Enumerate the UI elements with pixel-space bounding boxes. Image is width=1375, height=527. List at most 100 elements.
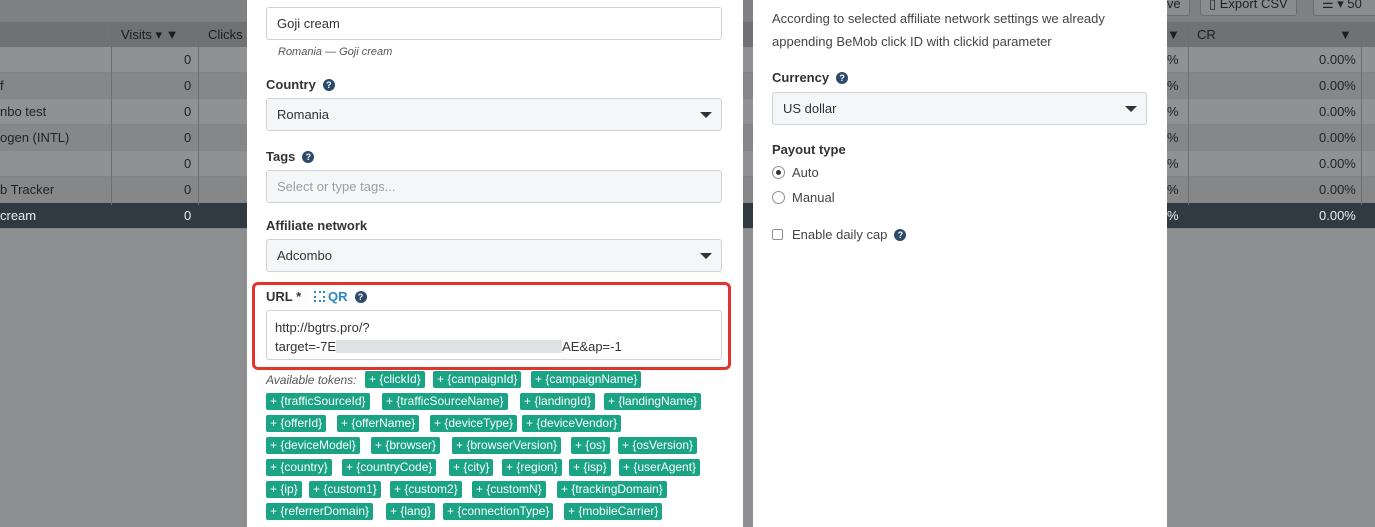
help-icon[interactable]: ? — [322, 79, 335, 91]
token-button[interactable]: + {campaignId} — [433, 371, 522, 388]
token-button[interactable]: + {mobileCarrier} — [564, 503, 663, 520]
header-clicks[interactable]: Clicks — [208, 22, 243, 47]
payout-auto-label[interactable]: Auto — [792, 165, 819, 180]
daily-cap-checkbox[interactable] — [772, 229, 783, 240]
currency-select[interactable]: US dollar — [772, 92, 1147, 125]
payout-manual-label[interactable]: Manual — [792, 190, 835, 205]
token-button[interactable]: + {countryCode} — [342, 459, 437, 476]
help-icon[interactable]: ? — [894, 229, 907, 241]
token-button[interactable]: + {os} — [571, 437, 611, 454]
row-percent: % — [1167, 182, 1179, 197]
token-button[interactable]: + {custom1} — [309, 481, 381, 498]
row-percent: % — [1167, 78, 1179, 93]
payout-manual-radio[interactable] — [772, 191, 785, 204]
url-line-2: target=-7E AE&ap=-1 — [275, 337, 713, 356]
row-visits: 0 — [184, 52, 192, 67]
payout-type-label: Payout type — [772, 142, 846, 157]
token-button[interactable]: + {offerName} — [337, 415, 420, 432]
url-line-1: http://bgtrs.pro/? — [275, 320, 370, 335]
row-visits: 0 — [184, 208, 192, 223]
token-button[interactable]: + {lang} — [386, 503, 436, 520]
token-button[interactable]: + {offerId} — [266, 415, 327, 432]
row-cr: 0.00% — [1319, 182, 1356, 197]
currency-label-text: Currency — [772, 70, 830, 85]
token-button[interactable]: + {landingId} — [520, 393, 596, 410]
affiliate-network-label: Affiliate network — [266, 218, 368, 233]
row-cr: 0.00% — [1319, 208, 1356, 223]
rows-per-page-select[interactable]: ☰ ▾ 50 — [1313, 0, 1375, 16]
token-button[interactable]: + {region} — [502, 459, 562, 476]
token-button[interactable]: + {trafficSourceName} — [382, 393, 508, 410]
url-label: URL * — [266, 289, 302, 304]
qr-code-icon — [314, 291, 325, 302]
offer-name-hint: Romania — Goji cream — [278, 46, 393, 58]
currency-label: Currency? — [772, 70, 849, 85]
token-button[interactable]: + {browserVersion} — [452, 437, 562, 454]
token-button[interactable]: + {clickId} — [365, 371, 425, 388]
row-visits: 0 — [184, 104, 192, 119]
column-divider — [111, 22, 112, 205]
filter-icon[interactable]: ▼ — [166, 27, 179, 42]
available-tokens-label: Available tokens: — [266, 373, 357, 387]
qr-label: QR — [328, 289, 348, 304]
affiliate-network-value: Adcombo — [277, 248, 332, 263]
row-name: nbo test — [0, 104, 47, 119]
help-icon[interactable]: ? — [302, 151, 315, 163]
token-button[interactable]: + {deviceVendor} — [522, 415, 622, 432]
token-button[interactable]: + {deviceModel} — [266, 437, 360, 454]
row-visits: 0 — [184, 182, 192, 197]
token-button[interactable]: + {osVersion} — [618, 437, 698, 454]
daily-cap-label[interactable]: Enable daily cap? — [792, 227, 907, 242]
filter-icon[interactable]: ▼ — [1339, 22, 1352, 47]
row-percent: % — [1167, 104, 1179, 119]
header-visits-label: Visits — [121, 27, 152, 42]
row-name: b Tracker — [0, 182, 55, 197]
offer-name-input[interactable]: Goji cream — [266, 7, 722, 40]
token-button[interactable]: + {deviceType} — [430, 415, 518, 432]
token-button[interactable]: + {city} — [449, 459, 494, 476]
row-percent: % — [1167, 156, 1179, 171]
token-button[interactable]: + {connectionType} — [443, 503, 554, 520]
filter-icon[interactable]: ▼ — [1167, 22, 1180, 47]
column-divider — [1361, 22, 1362, 205]
url-textarea[interactable]: http://bgtrs.pro/? target=-7E AE&ap=-1 — [266, 310, 722, 360]
caret-down-icon — [700, 253, 712, 259]
token-button[interactable]: + {ip} — [266, 481, 302, 498]
column-divider — [198, 22, 199, 205]
daily-cap-label-text: Enable daily cap — [792, 227, 888, 242]
token-button[interactable]: + {isp} — [569, 459, 611, 476]
country-label-text: Country — [266, 77, 316, 92]
token-button[interactable]: + {campaignName} — [531, 371, 642, 388]
row-cr: 0.00% — [1319, 156, 1356, 171]
token-button[interactable]: + {userAgent} — [619, 459, 701, 476]
token-button[interactable]: + {trafficSourceId} — [266, 393, 370, 410]
token-button[interactable]: + {landingName} — [604, 393, 702, 410]
row-cr: 0.00% — [1319, 78, 1356, 93]
payout-auto-radio[interactable] — [772, 166, 785, 179]
token-button[interactable]: + {custom2} — [390, 481, 462, 498]
token-button[interactable]: + {country} — [266, 459, 332, 476]
row-name: cream — [0, 208, 37, 223]
redacted-url-segment — [336, 340, 563, 353]
token-button[interactable]: + {referrerDomain} — [266, 503, 374, 520]
affiliate-info-text-line-1: According to selected affiliate network … — [772, 11, 1105, 26]
export-csv-button[interactable]: ▯ Export CSV — [1200, 0, 1297, 16]
affiliate-info-text-line-2: appending BeMob click ID with clickid pa… — [772, 34, 1052, 49]
token-button[interactable]: + {browser} — [371, 437, 441, 454]
url-line-2-end: AE&ap=-1 — [562, 339, 622, 354]
help-icon[interactable]: ? — [836, 72, 849, 84]
column-divider — [1188, 22, 1189, 205]
tags-input[interactable]: Select or type tags... — [266, 170, 722, 203]
sort-down-icon[interactable]: ▾ — [155, 27, 162, 42]
header-cr[interactable]: CR — [1197, 22, 1216, 47]
currency-value: US dollar — [783, 101, 837, 116]
affiliate-network-select[interactable]: Adcombo — [266, 239, 722, 272]
country-select[interactable]: Romania — [266, 98, 722, 131]
row-visits: 0 — [184, 78, 192, 93]
help-icon[interactable]: ? — [354, 291, 367, 303]
token-button[interactable]: + {customN} — [472, 481, 546, 498]
qr-link[interactable]: QR? — [314, 289, 367, 304]
country-label: Country? — [266, 77, 335, 92]
header-visits[interactable]: Visits ▾ ▼ — [121, 22, 178, 47]
token-button[interactable]: + {trackingDomain} — [557, 481, 667, 498]
